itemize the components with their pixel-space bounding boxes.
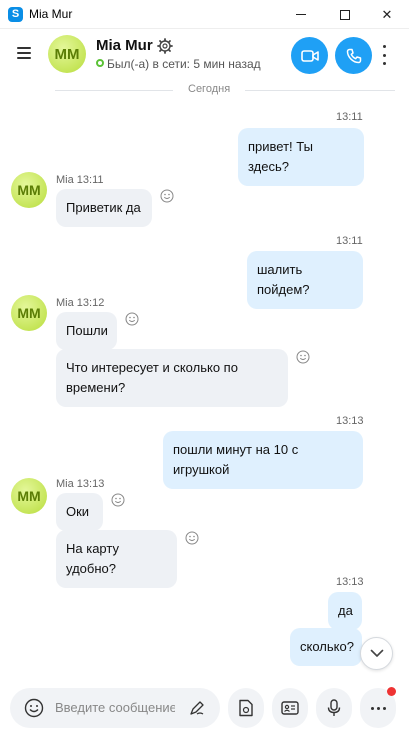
more-vertical-icon[interactable] (383, 45, 387, 65)
message-time: 13:13 (336, 415, 364, 427)
message-time: 13:11 (336, 235, 363, 247)
attach-file-button[interactable] (228, 688, 264, 728)
mic-icon (327, 699, 341, 716)
message-time: 13:13 (336, 576, 364, 588)
message-time: 13:11 (336, 111, 363, 123)
message-sender-time: Mia 13:12 (56, 297, 105, 309)
avatar[interactable]: MM (11, 295, 47, 331)
pen-icon[interactable] (188, 699, 206, 717)
minimize-button[interactable] (284, 0, 318, 29)
day-separator: Сегодня (55, 83, 395, 97)
message-input[interactable] (55, 700, 175, 715)
more-horizontal-icon (370, 706, 386, 710)
chevron-down-icon (370, 649, 383, 657)
outgoing-message[interactable]: сколько? (290, 628, 362, 666)
gear-icon[interactable] (157, 38, 173, 54)
message-sender-time: Mia 13:13 (56, 478, 105, 490)
conversation-header: MM Mia Mur Был(-а) в сети: 5 мин назад (0, 29, 409, 83)
smiley-icon[interactable] (160, 189, 174, 203)
avatar[interactable]: MM (11, 478, 47, 514)
avatar[interactable]: MM (11, 172, 47, 208)
maximize-button[interactable] (328, 0, 362, 29)
audio-call-button[interactable] (335, 37, 372, 74)
app-icon: S (8, 7, 23, 22)
close-button[interactable]: ✕ (370, 0, 404, 29)
title-bar: S Mia Mur ✕ (0, 0, 409, 29)
incoming-message[interactable]: Приветик да (56, 189, 152, 227)
minimize-icon (296, 14, 306, 15)
video-call-button[interactable] (291, 37, 328, 74)
day-separator-label: Сегодня (188, 83, 231, 95)
menu-icon[interactable] (17, 47, 31, 59)
emoji-icon[interactable] (24, 698, 44, 718)
outgoing-message[interactable]: привет! Ты здесь? (238, 128, 364, 186)
video-call-icon (300, 49, 319, 62)
incoming-message[interactable]: На карту удобно? (56, 530, 177, 588)
close-icon: ✕ (381, 6, 393, 22)
notification-dot (387, 687, 396, 696)
scroll-to-bottom-button[interactable] (360, 637, 393, 670)
contact-name[interactable]: Mia Mur (96, 37, 153, 54)
incoming-message[interactable]: Пошли (56, 312, 117, 350)
voice-message-button[interactable] (316, 688, 352, 728)
smiley-icon[interactable] (185, 531, 199, 545)
message-composer (0, 681, 409, 750)
phone-icon (346, 48, 361, 63)
message-sender-time: Mia 13:11 (56, 174, 104, 186)
message-list[interactable]: Сегодня 13:11 привет! Ты здесь? MM Mia 1… (0, 83, 409, 681)
outgoing-message[interactable]: пошли минут на 10 с игрушкой (163, 431, 363, 489)
incoming-message[interactable]: Что интересует и сколько по времени? (56, 349, 288, 407)
presence-status: Был(-а) в сети: 5 мин назад (107, 57, 261, 71)
online-status-icon (96, 59, 104, 67)
message-input-container (10, 688, 220, 728)
maximize-icon (340, 9, 350, 20)
share-contact-button[interactable] (272, 688, 308, 728)
outgoing-message[interactable]: шалить пойдем? (247, 251, 363, 309)
file-icon (239, 699, 253, 717)
incoming-message[interactable]: Оки (56, 493, 103, 531)
outgoing-message[interactable]: да (328, 592, 362, 630)
window-title: Mia Mur (29, 7, 73, 21)
smiley-icon[interactable] (296, 350, 310, 364)
avatar[interactable]: MM (48, 35, 86, 73)
smiley-icon[interactable] (111, 493, 125, 507)
contact-card-icon (281, 701, 299, 715)
smiley-icon[interactable] (125, 312, 139, 326)
